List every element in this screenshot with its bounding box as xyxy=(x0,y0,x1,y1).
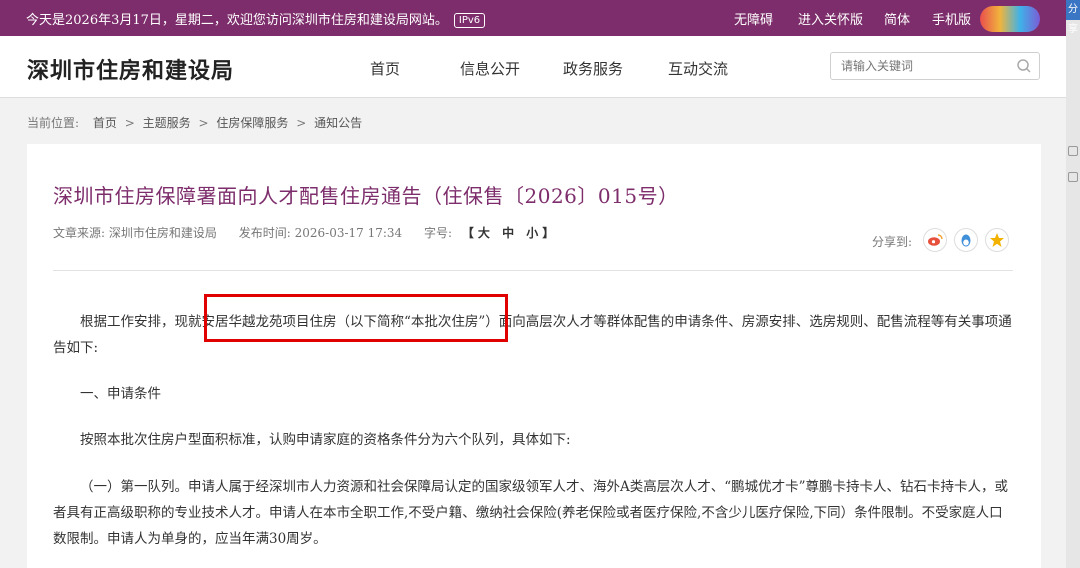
section-heading: 一、申请条件 xyxy=(80,386,161,402)
breadcrumb-home[interactable]: 首页 xyxy=(93,116,117,130)
top-bar: 今天是2026年3月17日，星期二，欢迎您访问深圳市住房和建设局网站。 IPv6 … xyxy=(0,0,1080,36)
qq-penguin-icon xyxy=(961,234,971,247)
share-label: 分享到: xyxy=(872,235,913,249)
font-size-label: 字号: xyxy=(424,226,453,240)
source-label: 文章来源: xyxy=(53,226,106,240)
welcome-text: 今天是2026年3月17日，星期二，欢迎您访问深圳市住房和建设局网站。 IPv6 xyxy=(26,9,486,28)
font-size-controls[interactable]: 【大 中 小】 xyxy=(462,226,558,240)
qzone-share-button[interactable] xyxy=(985,228,1009,252)
star-icon xyxy=(990,233,1004,247)
nav-info-disclosure[interactable]: 信息公开 xyxy=(460,58,520,79)
mobile-version-link[interactable]: 手机版 xyxy=(932,9,971,28)
nav-government-services[interactable]: 政务服务 xyxy=(563,58,623,79)
qq-share-button[interactable] xyxy=(954,228,978,252)
paragraph-queues: 按照本批次住房户型面积标准，认购申请家庭的资格条件分为六个队列，具体如下: xyxy=(80,432,571,448)
meta-divider xyxy=(53,270,1013,271)
site-title[interactable]: 深圳市住房和建设局 xyxy=(27,53,234,85)
settings-icon[interactable] xyxy=(1068,146,1078,156)
article-container: 深圳市住房保障署面向人才配售住房通告（住保售〔2026〕015号） 文章来源: … xyxy=(27,144,1041,568)
time-label: 发布时间: xyxy=(238,226,291,240)
weibo-share-button[interactable] xyxy=(923,228,947,252)
source-value: 深圳市住房和建设局 xyxy=(108,226,217,240)
article-meta: 文章来源: 深圳市住房和建设局 发布时间: 2026-03-17 17:34 字… xyxy=(53,224,558,241)
simplified-chinese-link[interactable]: 简体 xyxy=(884,9,910,28)
breadcrumb-label: 当前位置: xyxy=(27,116,80,130)
breadcrumb-housing-services[interactable]: 住房保障服务 xyxy=(216,116,288,130)
weibo-icon xyxy=(928,234,943,246)
rainbow-logo-icon xyxy=(980,6,1040,32)
edge-share-tag[interactable]: 分享 xyxy=(1066,0,1080,35)
accessibility-link[interactable]: 无障碍 xyxy=(734,9,773,28)
breadcrumb-separator: > xyxy=(198,116,209,130)
care-mode-link[interactable]: 进入关怀版 xyxy=(798,9,863,28)
breadcrumb-topic-services[interactable]: 主题服务 xyxy=(143,116,191,130)
tool-icon[interactable] xyxy=(1068,172,1078,182)
site-header: 深圳市住房和建设局 首页 信息公开 政务服务 互动交流 xyxy=(0,36,1066,98)
search-input[interactable] xyxy=(830,52,1040,80)
ipv6-badge: IPv6 xyxy=(453,13,486,28)
highlight-annotation-box xyxy=(204,294,508,342)
breadcrumb-notices[interactable]: 通知公告 xyxy=(314,116,362,130)
time-value: 2026-03-17 17:34 xyxy=(294,226,403,240)
nav-home[interactable]: 首页 xyxy=(370,58,400,79)
breadcrumb-separator: > xyxy=(296,116,307,130)
browser-side-strip: 分享 xyxy=(1066,0,1080,568)
intro-paragraph: 根据工作安排，现就安居华越龙苑项目住房（以下简称“本批次住房”）面向高层次人才等… xyxy=(53,314,1012,356)
paragraph-first-queue: （一）第一队列。申请人属于经深圳市人力资源和社会保障局认定的国家级领军人才、海外… xyxy=(53,479,1009,547)
breadcrumb-separator: > xyxy=(124,116,135,130)
article-title: 深圳市住房保障署面向人才配售住房通告（住保售〔2026〕015号） xyxy=(53,184,679,208)
welcome-message: 今天是2026年3月17日，星期二，欢迎您访问深圳市住房和建设局网站。 xyxy=(26,13,448,28)
breadcrumb: 当前位置: 首页 > 主题服务 > 住房保障服务 > 通知公告 xyxy=(27,114,362,131)
search-icon[interactable] xyxy=(1016,58,1032,74)
nav-interaction[interactable]: 互动交流 xyxy=(668,58,728,79)
